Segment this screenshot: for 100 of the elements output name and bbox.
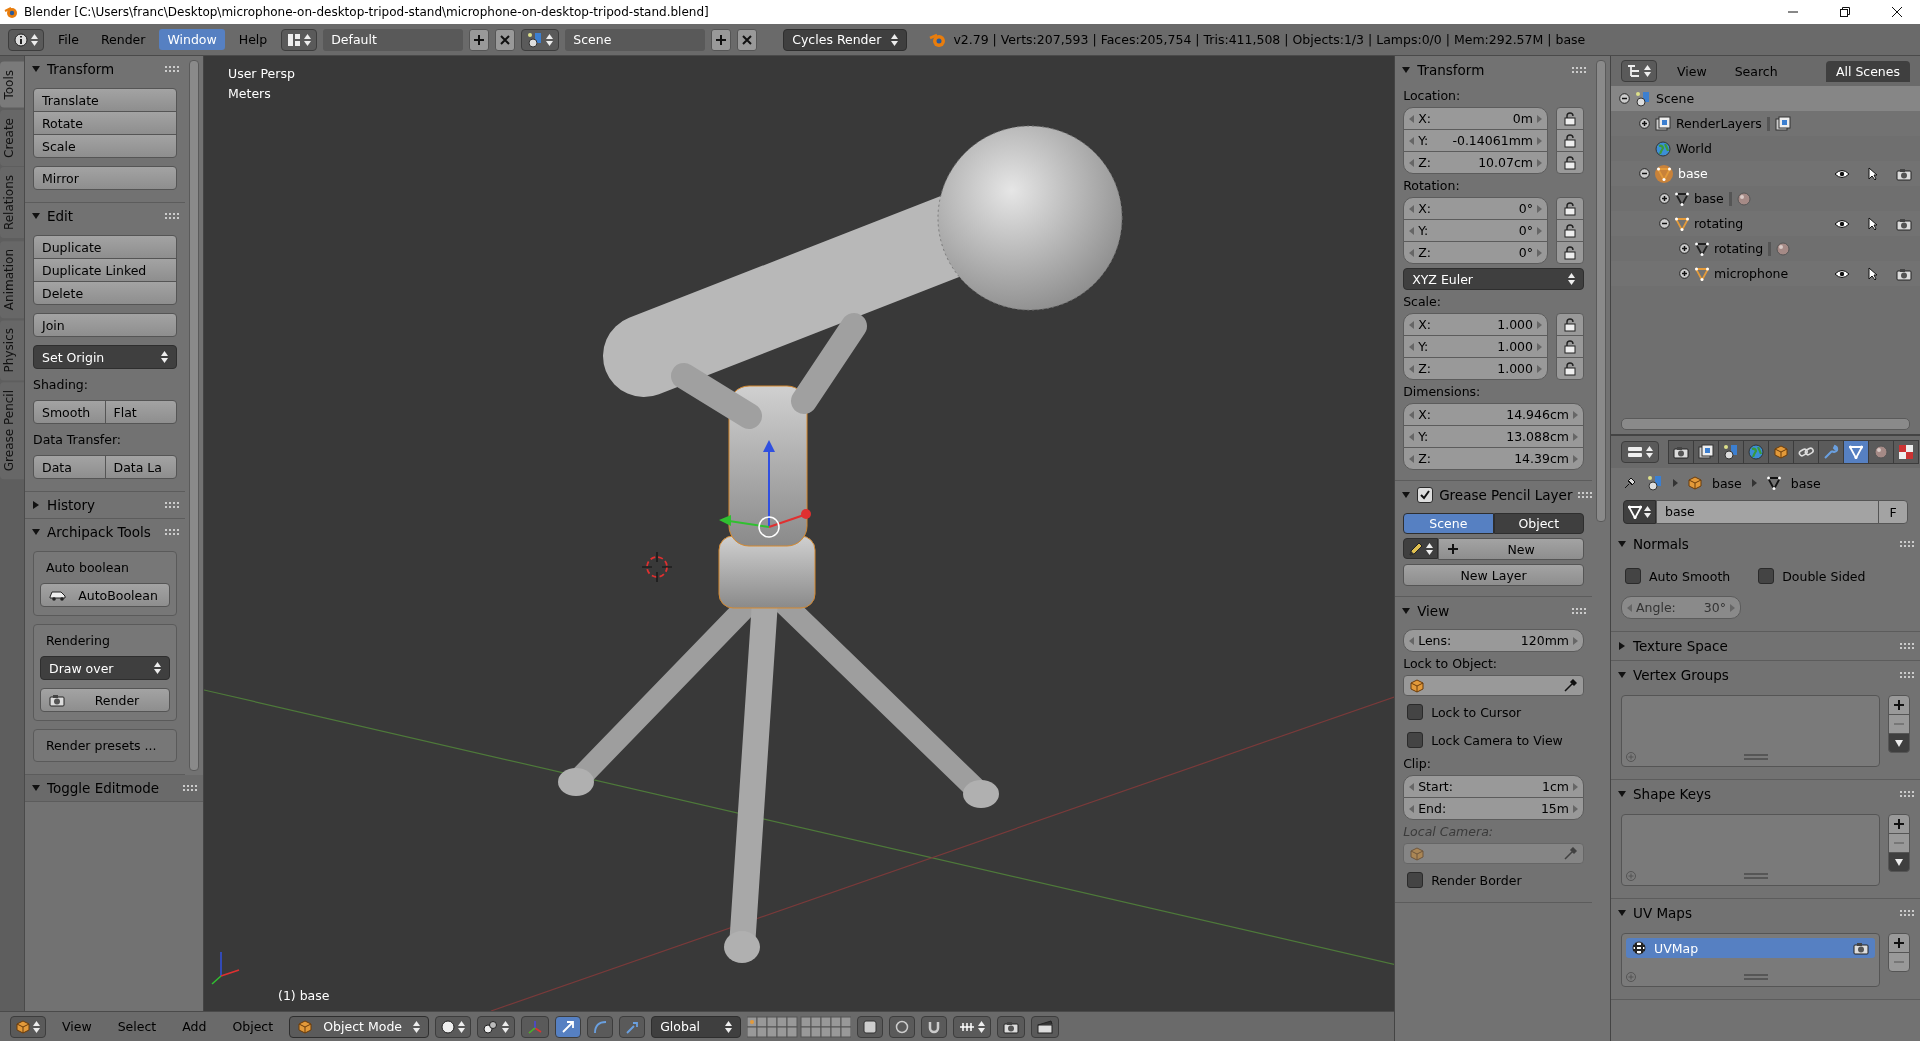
- delete-button[interactable]: [737, 28, 758, 51]
- panel-header[interactable]: Normals: [1611, 530, 1920, 558]
- menu-button[interactable]: [1888, 852, 1910, 872]
- scale-toggle[interactable]: [619, 1015, 646, 1038]
- menu-item[interactable]: View: [1669, 60, 1715, 82]
- scrollbar[interactable]: [1596, 60, 1606, 522]
- editor-type-button[interactable]: [8, 28, 44, 51]
- layout-field[interactable]: Default: [323, 28, 464, 51]
- lock-button[interactable]: [1556, 107, 1584, 130]
- panel-header[interactable]: Transform: [1395, 56, 1592, 84]
- number-field[interactable]: Z: 1.000: [1403, 357, 1548, 380]
- number-field[interactable]: Z: 10.07cm: [1403, 151, 1548, 174]
- proportional-button[interactable]: [889, 1015, 916, 1038]
- menu-item[interactable]: File: [50, 29, 87, 50]
- number-field[interactable]: Lens: 120mm: [1403, 629, 1584, 652]
- tab[interactable]: Tools: [0, 62, 24, 108]
- panel-header[interactable]: Toggle Editmode: [25, 775, 203, 801]
- menu-item[interactable]: Select: [107, 1019, 167, 1034]
- editor-type-button[interactable]: [1621, 441, 1659, 463]
- panel-header[interactable]: Edit: [25, 203, 185, 229]
- mesh-browse-dropdown[interactable]: [1623, 500, 1656, 524]
- tool-button[interactable]: Join: [33, 313, 177, 337]
- panel-header[interactable]: Archipack Tools: [25, 519, 185, 545]
- snap-element-dropdown[interactable]: [953, 1015, 992, 1038]
- tool-button[interactable]: AutoBoolean: [40, 583, 170, 607]
- property-tab[interactable]: [1718, 440, 1744, 464]
- scrollbar[interactable]: [1621, 418, 1910, 430]
- menu-item[interactable]: Window: [159, 29, 225, 50]
- panel-header[interactable]: Vertex Groups: [1611, 661, 1920, 689]
- tool-button[interactable]: Translate: [33, 88, 177, 112]
- number-field[interactable]: Y: 0°: [1403, 219, 1548, 242]
- number-field[interactable]: Z: 14.39cm: [1403, 447, 1584, 470]
- snap-button[interactable]: [921, 1015, 948, 1038]
- panel-header[interactable]: Shape Keys: [1611, 780, 1920, 808]
- tool-button[interactable]: New Layer: [1403, 564, 1584, 586]
- number-field[interactable]: Start: 1cm: [1403, 775, 1584, 798]
- add-button[interactable]: [1888, 933, 1910, 953]
- menu-item[interactable]: Add: [172, 1019, 217, 1034]
- dropdown[interactable]: Set Origin: [33, 345, 177, 369]
- number-field[interactable]: End: 15m: [1403, 797, 1584, 820]
- menu-item[interactable]: View: [52, 1019, 102, 1034]
- shading-dropdown[interactable]: [435, 1015, 472, 1038]
- property-tab[interactable]: [1893, 440, 1919, 464]
- outliner-item[interactable]: base: [1611, 186, 1920, 211]
- number-field[interactable]: X: 1.000: [1403, 313, 1548, 336]
- dropdown[interactable]: Draw over: [40, 656, 170, 680]
- toggle-button[interactable]: Object: [1493, 513, 1584, 534]
- add-button[interactable]: [469, 28, 490, 51]
- number-field[interactable]: Z: 0°: [1403, 241, 1548, 264]
- tool-button[interactable]: Rotate: [33, 111, 177, 135]
- checkbox[interactable]: [1407, 732, 1424, 748]
- lock-button[interactable]: [1556, 129, 1584, 152]
- lock-button[interactable]: [1556, 313, 1584, 336]
- number-field[interactable]: X: 14.946cm: [1403, 403, 1584, 426]
- checkbox[interactable]: [1417, 487, 1434, 503]
- property-tab[interactable]: [1793, 440, 1819, 464]
- panel-header[interactable]: Transform: [25, 56, 185, 82]
- pencil-dropdown[interactable]: [1403, 538, 1439, 559]
- name-field[interactable]: base: [1656, 500, 1879, 524]
- number-field[interactable]: Y: 1.000: [1403, 335, 1548, 358]
- tool-button[interactable]: Smooth: [33, 400, 106, 424]
- outliner-item[interactable]: rotating: [1611, 236, 1920, 261]
- checkbox[interactable]: [1758, 568, 1775, 584]
- number-field[interactable]: Y: -0.14061mm: [1403, 129, 1548, 152]
- menu-item[interactable]: Object: [222, 1019, 284, 1034]
- lock-button[interactable]: [857, 1015, 884, 1038]
- add-button[interactable]: [711, 28, 732, 51]
- lock-button[interactable]: [1556, 219, 1584, 242]
- orientation-dropdown[interactable]: Global: [651, 1015, 742, 1038]
- delete-button[interactable]: [495, 28, 516, 51]
- panel-header[interactable]: Grease Pencil Layer: [1395, 481, 1592, 509]
- tool-button[interactable]: Scale: [33, 134, 177, 158]
- outliner-item[interactable]: World: [1611, 136, 1920, 161]
- scene-field[interactable]: Scene: [565, 28, 706, 51]
- checkbox[interactable]: [1407, 872, 1424, 888]
- scrollbar[interactable]: [189, 60, 199, 771]
- panel-header[interactable]: UV Maps: [1611, 899, 1920, 927]
- translate-toggle[interactable]: [555, 1015, 582, 1038]
- menu-item[interactable]: Help: [230, 29, 276, 50]
- property-tab[interactable]: [1868, 440, 1894, 464]
- panel-header[interactable]: View: [1395, 597, 1592, 625]
- lock-button[interactable]: [1556, 151, 1584, 174]
- panel-header[interactable]: History: [25, 492, 185, 518]
- property-tab[interactable]: [1843, 440, 1869, 464]
- add-button[interactable]: [1888, 814, 1910, 834]
- lock-button[interactable]: [1556, 197, 1584, 220]
- number-field[interactable]: Y: 13.088cm: [1403, 425, 1584, 448]
- number-field[interactable]: X: 0°: [1403, 197, 1548, 220]
- scene-button[interactable]: [521, 28, 560, 51]
- tool-button[interactable]: Duplicate Linked: [33, 258, 177, 282]
- menu-item[interactable]: Render: [92, 29, 154, 50]
- tool-button[interactable]: Delete: [33, 281, 177, 305]
- editor-type-button[interactable]: [1621, 60, 1657, 82]
- checkbox[interactable]: [1407, 704, 1424, 720]
- pivot-dropdown[interactable]: [477, 1015, 516, 1038]
- tool-button[interactable]: Flat: [104, 400, 177, 424]
- tool-button[interactable]: Mirror: [33, 166, 177, 190]
- display-mode-dropdown[interactable]: All Scenes: [1825, 60, 1910, 82]
- outliner-item[interactable]: Scene: [1611, 86, 1920, 111]
- lock-button[interactable]: [1556, 335, 1584, 358]
